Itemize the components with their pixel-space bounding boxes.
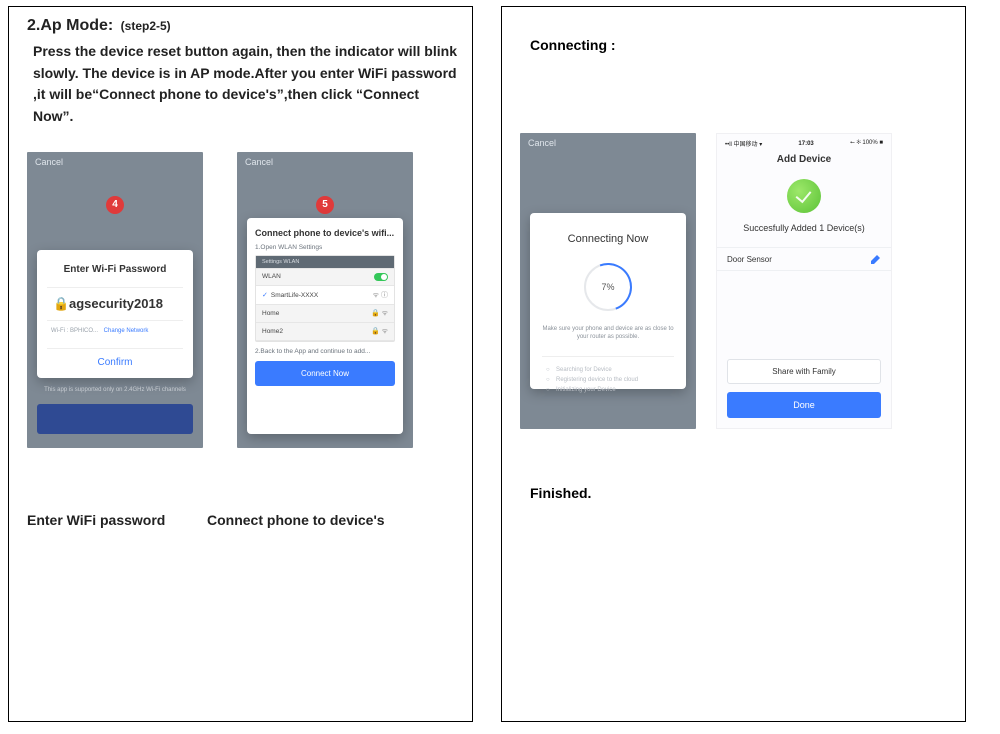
progress-percent: 7% — [601, 282, 614, 292]
connecting-step: Searching for Device — [546, 365, 670, 375]
connect-now-button[interactable]: Connect Now — [255, 361, 395, 386]
network-prefix: Wi-Fi : BPHICO... — [51, 328, 98, 334]
device-name: Door Sensor — [727, 255, 772, 264]
step2-label: 2.Back to the App and continue to add... — [255, 348, 395, 355]
wlan-selected-name: SmartLife-XXXX — [271, 292, 318, 299]
wlan-other-network[interactable]: Home2 🔒 ᯤ — [256, 323, 394, 341]
phone-add-device-done: ••ll 中国移动 ▾ 17:03 ⭠ ✻ 100% ■ Add Device … — [716, 133, 892, 429]
connecting-heading: Connecting : — [530, 37, 965, 53]
card-title: Connect phone to device's wifi... — [255, 228, 395, 238]
card-title: Enter Wi-Fi Password — [47, 264, 183, 275]
wlan-name: Home — [262, 310, 279, 317]
step-number-badge: 4 — [106, 196, 124, 214]
network-line: Wi-Fi : BPHICO... Change Network — [47, 321, 183, 334]
share-button[interactable]: Share with Family — [727, 359, 881, 384]
right-page: Connecting : Cancel Connecting Now 7% Ma… — [501, 6, 966, 722]
wlan-other-network[interactable]: Home 🔒 ᯤ — [256, 305, 394, 323]
card-title: Connecting Now — [542, 233, 674, 245]
change-network-link[interactable]: Change Network — [104, 328, 149, 334]
cancel-button[interactable]: Cancel — [237, 152, 413, 174]
phone-connecting: Cancel Connecting Now 7% Make sure your … — [520, 133, 696, 429]
finished-label: Finished. — [530, 485, 965, 501]
wifi-signal-icon: ᯤ ⓘ — [373, 290, 388, 300]
connecting-step: Initializing your Device — [546, 385, 670, 395]
status-time: 17:03 — [798, 141, 813, 147]
progress-ring: 7% — [584, 263, 632, 311]
cancel-button[interactable]: Cancel — [520, 133, 696, 155]
instruction-text: Press the device reset button again, the… — [33, 41, 458, 128]
wifi-signal-icon: 🔒 ᯤ — [371, 309, 388, 318]
success-message: Succesfully Added 1 Device(s) — [717, 223, 891, 233]
caption-step5: Connect phone to device's — [207, 512, 427, 528]
bottom-action-button[interactable] — [37, 404, 193, 434]
device-row[interactable]: Door Sensor — [717, 247, 891, 271]
edit-pencil-icon[interactable] — [871, 254, 881, 264]
success-check-icon — [787, 179, 821, 213]
status-carrier: ••ll 中国移动 ▾ — [725, 139, 762, 148]
phone-screens-row: Cancel Connecting Now 7% Make sure your … — [520, 133, 965, 429]
wlan-name: Home2 — [262, 328, 283, 335]
left-page: 2.Ap Mode: (step2-5) Press the device re… — [8, 6, 473, 722]
wlan-toggle-row[interactable]: WLAN — [256, 269, 394, 286]
connecting-card: Connecting Now 7% Make sure your phone a… — [530, 213, 686, 389]
wlan-header: Settings WLAN — [256, 256, 394, 269]
wifi-support-note: This app is supported only on 2.4GHz Wi-… — [27, 387, 203, 393]
wlan-settings-panel: Settings WLAN WLAN ✓SmartLife-XXXX ᯤ ⓘ H… — [255, 255, 395, 342]
captions-row: Enter WiFi password Connect phone to dev… — [27, 512, 472, 528]
section-heading: 2.Ap Mode: (step2-5) — [27, 17, 472, 35]
wifi-signal-icon: 🔒 ᯤ — [371, 327, 388, 336]
heading-sub: (step2-5) — [121, 19, 171, 33]
wifi-password-value: agsecurity2018 — [69, 296, 163, 311]
cancel-button[interactable]: Cancel — [27, 152, 203, 174]
wifi-password-field[interactable]: 🔒 agsecurity2018 — [47, 287, 183, 321]
step-number-badge: 5 — [316, 196, 334, 214]
connect-device-card: Connect phone to device's wifi... 1.Open… — [247, 218, 403, 434]
connecting-hint: Make sure your phone and device are as c… — [542, 325, 674, 342]
wifi-password-card: Enter Wi-Fi Password 🔒 agsecurity2018 Wi-… — [37, 250, 193, 378]
status-battery: ⭠ ✻ 100% ■ — [850, 140, 883, 147]
check-icon: ✓ — [262, 292, 268, 299]
phone-step-5: Cancel 5 Connect phone to device's wifi.… — [237, 152, 413, 448]
heading-main: 2.Ap Mode: — [27, 17, 113, 34]
phone-screens-row: Cancel 4 Enter Wi-Fi Password 🔒 agsecurit… — [27, 152, 472, 448]
wlan-selected-network[interactable]: ✓SmartLife-XXXX ᯤ ⓘ — [256, 286, 394, 305]
screen-title: Add Device — [717, 154, 891, 165]
done-button[interactable]: Done — [727, 392, 881, 418]
connecting-steps: Searching for Device Registering device … — [542, 356, 674, 395]
connecting-step: Registering device to the cloud — [546, 375, 670, 385]
step1-label: 1.Open WLAN Settings — [255, 244, 395, 251]
confirm-button[interactable]: Confirm — [47, 348, 183, 368]
caption-step4: Enter WiFi password — [27, 512, 207, 528]
status-bar: ••ll 中国移动 ▾ 17:03 ⭠ ✻ 100% ■ — [717, 134, 891, 148]
bottom-buttons: Share with Family Done — [727, 359, 881, 418]
wlan-label: WLAN — [262, 273, 281, 280]
lock-icon: 🔒 — [53, 296, 63, 312]
toggle-on-icon[interactable] — [374, 273, 388, 281]
phone-step-4: Cancel 4 Enter Wi-Fi Password 🔒 agsecurit… — [27, 152, 203, 448]
